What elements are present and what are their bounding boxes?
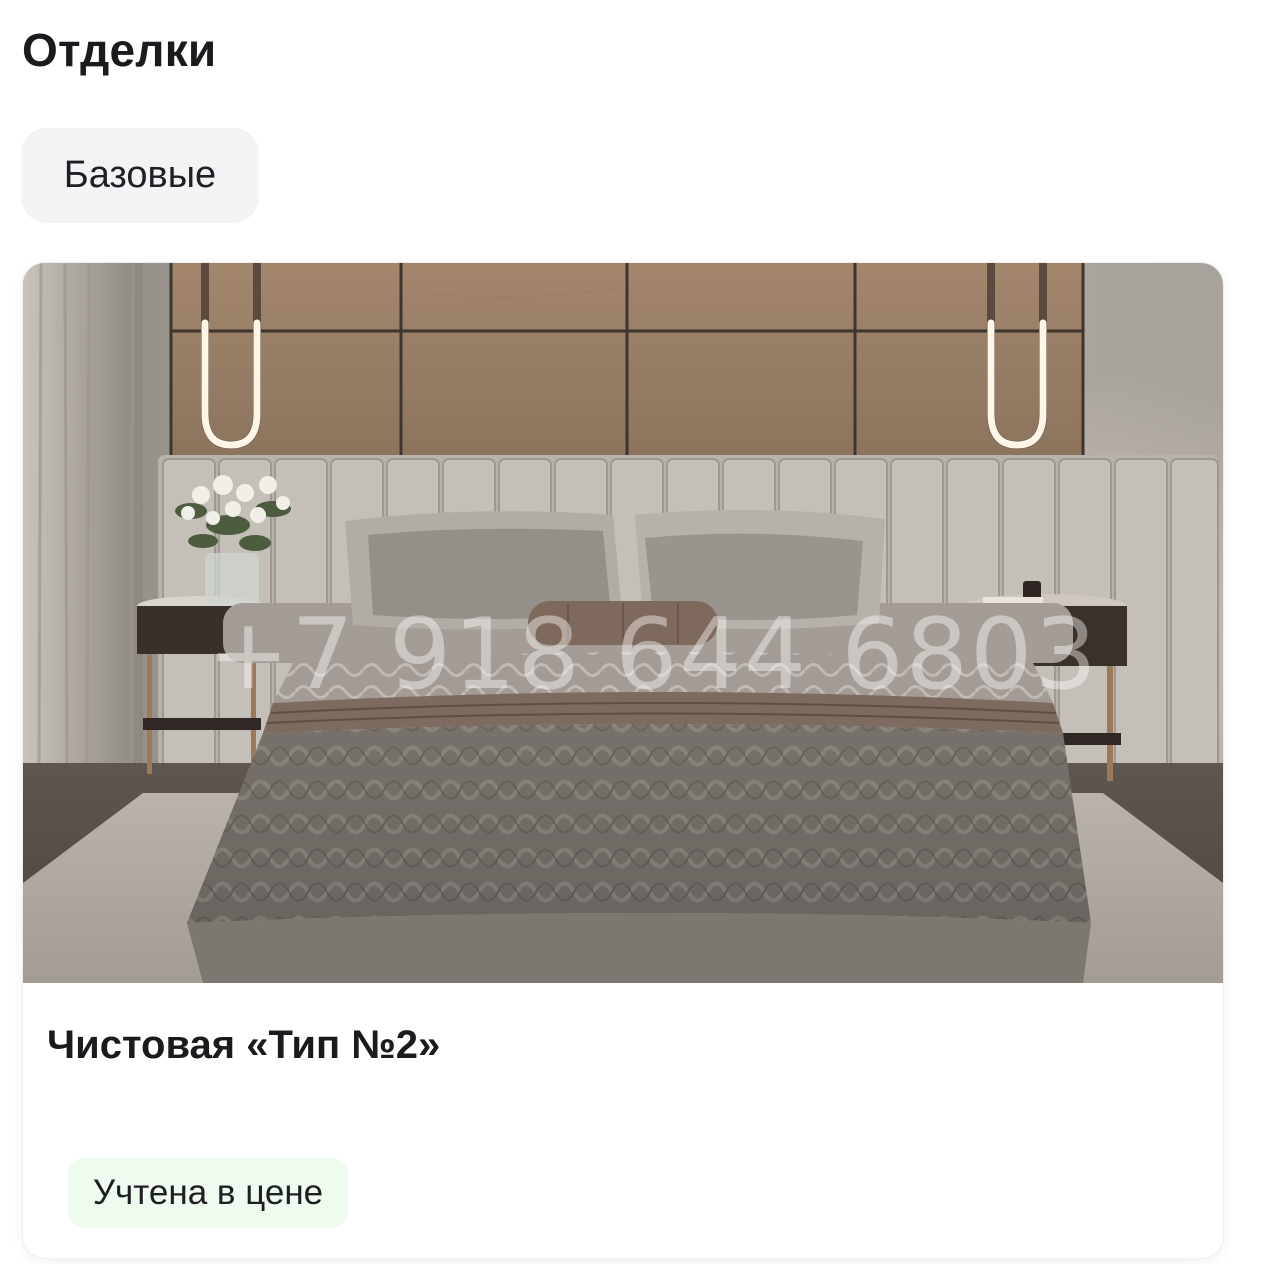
finish-card[interactable]: +7 918 644 6803 <box>23 263 1223 1258</box>
price-included-badge: Учтена в цене <box>68 1158 348 1228</box>
card-title: Чистовая «Тип №2» <box>47 1023 441 1067</box>
card-image <box>23 263 1223 983</box>
section-title: Отделки <box>22 24 217 76</box>
filter-chip-basic[interactable]: Базовые <box>21 128 259 223</box>
page: Отделки Базовые +7 918 644 6803 Чистовая… <box>0 0 1280 1264</box>
